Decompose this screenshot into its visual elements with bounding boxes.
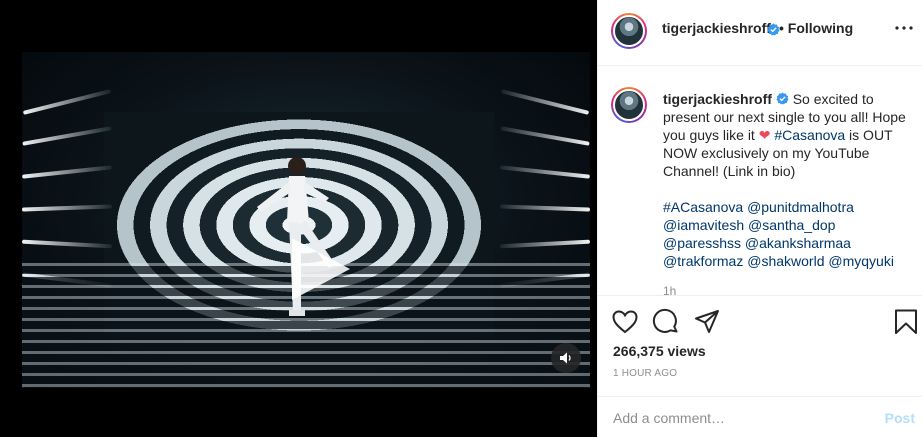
mention-link[interactable]: @punitdmalhotra: [747, 199, 854, 215]
caption-avatar[interactable]: [611, 87, 647, 123]
video-player[interactable]: [0, 0, 597, 437]
instagram-post-view: tigerjackieshroff • Following tigerjacki…: [0, 0, 922, 437]
hashtag-link[interactable]: #Casanova: [774, 127, 845, 143]
caption-username[interactable]: tigerjackieshroff: [663, 91, 772, 107]
more-options-icon[interactable]: [894, 18, 914, 38]
comment-input[interactable]: [613, 405, 873, 431]
mention-link[interactable]: @paresshss: [663, 235, 741, 251]
header-username[interactable]: tigerjackieshroff: [662, 20, 771, 36]
post-comment-button[interactable]: Post: [885, 410, 915, 426]
following-button[interactable]: • Following: [779, 20, 853, 36]
caption-section: tigerjackieshroff So excited to present …: [598, 66, 922, 295]
post-side-panel: tigerjackieshroff • Following tigerjacki…: [597, 0, 922, 437]
post-header: tigerjackieshroff • Following: [598, 0, 922, 66]
caption-time-ago: 1h: [663, 284, 677, 295]
mention-link[interactable]: @iamavitesh: [663, 217, 744, 233]
verified-badge-icon: [776, 92, 789, 105]
share-icon[interactable]: [693, 308, 721, 336]
comment-composer: Post: [598, 396, 922, 437]
avatar[interactable]: [611, 13, 647, 49]
follow-separator: •: [779, 20, 784, 36]
mention-link[interactable]: @shakworld: [747, 253, 824, 269]
follow-status-label: Following: [787, 20, 854, 36]
post-timestamp[interactable]: 1 HOUR AGO: [613, 368, 677, 379]
play-icon[interactable]: [286, 234, 354, 304]
bookmark-icon[interactable]: [892, 308, 920, 336]
post-actions: 266,375 views 1 HOUR AGO: [598, 295, 922, 405]
mention-link[interactable]: @myqyuki: [828, 253, 894, 269]
mention-link[interactable]: @trakformaz: [663, 253, 743, 269]
video-frame[interactable]: [22, 52, 590, 388]
mention-link[interactable]: @akanksharmaa: [745, 235, 851, 251]
hashtag-link[interactable]: #ACasanova: [663, 199, 743, 215]
mention-link[interactable]: @santha_dop: [748, 217, 835, 233]
speaker-icon[interactable]: [551, 343, 581, 373]
caption-text: tigerjackieshroff So excited to present …: [663, 90, 915, 288]
red-heart-emoji: ❤: [758, 127, 771, 143]
comment-icon[interactable]: [652, 308, 680, 336]
view-count[interactable]: 266,375 views: [613, 343, 706, 359]
heart-icon[interactable]: [611, 308, 639, 336]
